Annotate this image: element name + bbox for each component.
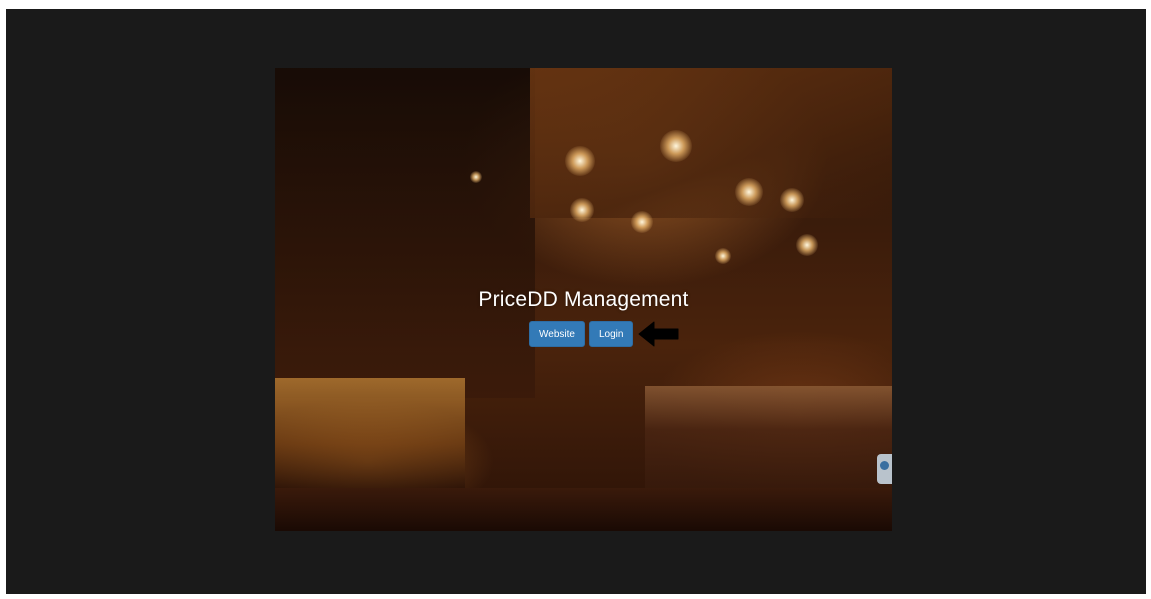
background-bench [275,378,465,488]
page-frame: PriceDD Management Website Login [6,9,1146,594]
feedback-tab-icon[interactable] [877,454,892,484]
pendant-light [660,130,692,162]
pendant-light [470,171,482,183]
hero-background-image: PriceDD Management Website Login [275,68,892,531]
arrow-left-icon [638,321,679,347]
pendant-light [631,211,653,233]
page-title: PriceDD Management [478,288,689,311]
action-buttons: Website Login [529,321,634,347]
pendant-light [565,146,595,176]
pendant-light [715,248,731,264]
website-button[interactable]: Website [529,321,585,347]
background-ceiling [530,68,892,218]
pendant-light [570,198,594,222]
pendant-light [735,178,763,206]
pendant-light [796,234,818,256]
background-floor [275,488,892,531]
background-wall [275,68,535,398]
pendant-light [780,188,804,212]
feedback-dot-icon [880,461,889,470]
login-button[interactable]: Login [588,321,634,347]
